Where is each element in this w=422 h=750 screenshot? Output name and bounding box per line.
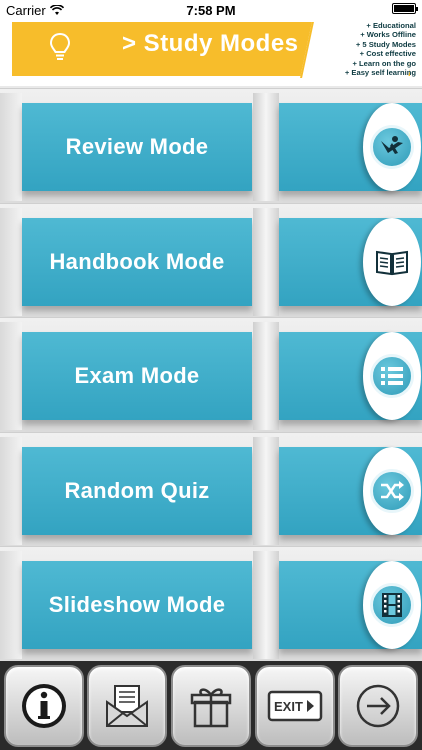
ribbon-fold [0,322,22,431]
status-time: 7:58 PM [186,3,236,18]
ribbon-divider [253,207,279,316]
exam-mode-button[interactable]: Exam Mode [22,332,252,421]
review-mode-icon-button[interactable] [363,103,421,191]
ribbon-fold [0,93,22,201]
handbook-mode-button[interactable]: Handbook Mode [22,217,252,306]
open-book-icon [376,250,408,275]
mail-envelope-icon [106,684,149,727]
review-mode-button[interactable]: Review Mode [22,103,252,191]
gift-button[interactable] [170,664,251,747]
page-title: > Study Modes [122,30,299,57]
handbook-mode-icon-button[interactable] [363,217,421,306]
reading-person-icon [381,136,403,154]
feature-item: + Learn on the go [352,58,417,68]
status-right [392,3,418,14]
ribbon-divider [253,436,279,545]
battery-icon [392,3,418,14]
mail-button[interactable] [87,664,168,747]
feature-item: + 5 Study Modes [355,39,416,49]
next-button[interactable] [338,664,419,747]
slideshow-mode-icon-button[interactable] [363,561,421,650]
exit-sign-label: EXIT [274,699,303,714]
exam-mode-icon-button[interactable] [363,332,421,421]
info-button[interactable] [3,664,84,747]
mode-row-exam: Exam Mode [0,317,422,432]
ribbon-divider [253,93,279,201]
ribbon-fold [0,436,22,545]
feature-item: + Educational [366,21,416,30]
random-quiz-icon-button[interactable] [363,446,421,535]
mode-row-handbook: Handbook Mode [0,202,422,318]
mode-list: Review Mode Handbook Mode Exam Mode Rand… [0,88,422,661]
ribbon-divider [253,322,279,431]
mode-row-slideshow: Slideshow Mode [0,546,422,661]
exit-button[interactable]: EXIT [254,664,335,747]
bottom-toolbar: EXIT [0,661,422,750]
list-icon [381,367,403,386]
shuffle-icon [381,480,404,501]
arrow-right-icon [356,684,400,727]
lightbulb-icon [49,32,71,60]
slideshow-mode-button[interactable]: Slideshow Mode [22,561,252,650]
ribbon-divider [253,551,279,660]
exit-sign-icon: EXIT [267,690,322,721]
ribbon-fold [0,207,22,316]
film-strip-icon [382,593,402,618]
mode-row-review: Review Mode [0,88,422,203]
status-bar: Carrier 7:58 PM [0,0,422,20]
info-icon [21,683,66,728]
gift-icon [190,687,232,727]
features-list: + Educational + Works Offline + 5 Study … [312,21,416,77]
feature-item: + Easy self learning [344,68,416,78]
random-quiz-button[interactable]: Random Quiz [22,446,252,535]
mode-row-random-quiz: Random Quiz [0,431,422,547]
feature-item: + Works Offline [360,30,416,40]
feature-item: + Cost effective [359,49,416,59]
ribbon-fold [0,551,22,660]
